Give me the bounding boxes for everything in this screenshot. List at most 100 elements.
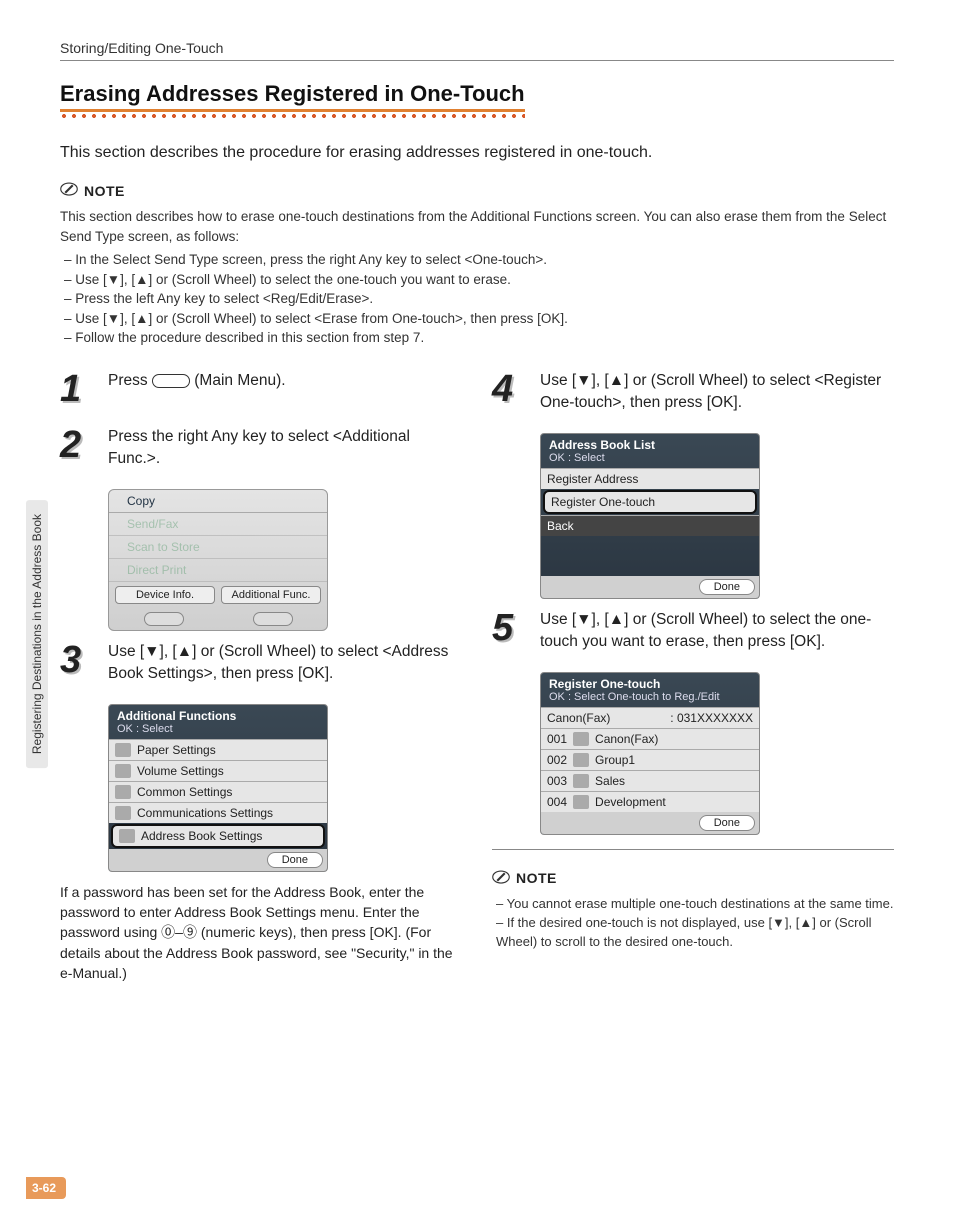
menu-label: Copy	[127, 494, 155, 508]
step-text: Press the right Any key to select <Addit…	[108, 426, 462, 471]
note-label: NOTE	[84, 183, 125, 199]
step-number: 5	[492, 609, 526, 654]
note-intro: This section describes how to erase one-…	[60, 207, 894, 246]
step-4: 4 Use [▼], [▲] or (Scroll Wheel) to sele…	[492, 370, 894, 415]
screen-row: Volume Settings	[109, 760, 327, 781]
screen-row: Paper Settings	[109, 739, 327, 760]
screen-title: Address Book List	[549, 438, 655, 452]
step-number: 4	[492, 370, 526, 415]
menu-item: Direct Print	[109, 559, 327, 582]
screen-row-selected: Address Book Settings	[111, 824, 325, 848]
pencil-icon	[492, 868, 510, 889]
menu-item: Scan to Store	[109, 536, 327, 559]
bottom-note-block: NOTE You cannot erase multiple one-touch…	[492, 868, 894, 952]
menu-item: Copy	[109, 490, 327, 513]
row-label: Volume Settings	[137, 764, 224, 778]
running-header: Storing/Editing One-Touch	[60, 40, 894, 61]
screen-additional-functions: Additional Functions OK : Select Paper S…	[108, 704, 328, 872]
header-left: Canon(Fax)	[547, 711, 610, 725]
screen-row-selected: Register One-touch	[543, 490, 757, 514]
note-item: Follow the procedure described in this s…	[64, 328, 894, 348]
note-heading: NOTE	[492, 868, 894, 889]
screen-row: Common Settings	[109, 781, 327, 802]
left-column: 1 Press (Main Menu). 2 Press the right A…	[60, 370, 462, 983]
paper-icon	[115, 743, 131, 757]
main-menu-key-icon	[152, 374, 190, 388]
menu-label: Scan to Store	[127, 540, 200, 554]
step-2: 2 Press the right Any key to select <Add…	[60, 426, 462, 471]
row-label: Communications Settings	[137, 806, 273, 820]
bottom-note-list: You cannot erase multiple one-touch dest…	[492, 895, 894, 952]
screen-row: Back	[541, 515, 759, 536]
row-id: 002	[547, 753, 567, 767]
step-3-note: If a password has been set for the Addre…	[60, 882, 462, 983]
screen-row: 004 Development	[541, 791, 759, 812]
step-text: Use [▼], [▲] or (Scroll Wheel) to select…	[540, 609, 894, 654]
step-text-b: (Main Menu).	[194, 372, 285, 389]
screen-subtitle: OK : Select	[117, 723, 319, 735]
row-id: 004	[547, 795, 567, 809]
done-button: Done	[699, 579, 755, 595]
done-button: Done	[699, 815, 755, 831]
header-right: : 031XXXXXXX	[670, 711, 753, 725]
row-label: Sales	[595, 774, 625, 788]
pc-icon	[573, 774, 589, 788]
step-5: 5 Use [▼], [▲] or (Scroll Wheel) to sele…	[492, 609, 894, 654]
screen-row: Communications Settings	[109, 802, 327, 823]
screen-title: Additional Functions	[117, 709, 236, 723]
screen-row: 001 Canon(Fax)	[541, 728, 759, 749]
screen-row: 002Group1	[541, 749, 759, 770]
row-label: Paper Settings	[137, 743, 216, 757]
step-number: 3	[60, 641, 94, 686]
note-heading: NOTE	[60, 180, 894, 201]
row-label: Development	[595, 795, 666, 809]
row-label: Address Book Settings	[141, 829, 262, 843]
menu-label: Send/Fax	[127, 517, 178, 531]
screen-register-one-touch: Register One-touch OK : Select One-touch…	[540, 672, 760, 835]
step-text: Use [▼], [▲] or (Scroll Wheel) to select…	[108, 641, 462, 686]
screen-address-book-list: Address Book List OK : Select Register A…	[540, 433, 760, 599]
step-1: 1 Press (Main Menu).	[60, 370, 462, 408]
row-label: Common Settings	[137, 785, 232, 799]
device-info-button: Device Info.	[115, 586, 215, 604]
screen-row: 003Sales	[541, 770, 759, 791]
note-block: NOTE This section describes how to erase…	[60, 180, 894, 348]
side-tab: Registering Destinations in the Address …	[26, 500, 48, 768]
screen-row: Register Address	[541, 468, 759, 489]
comm-icon	[115, 806, 131, 820]
oval-key-icon	[253, 612, 293, 626]
note-item: Use [▼], [▲] or (Scroll Wheel) to select…	[64, 270, 894, 290]
note-item: Press the left Any key to select <Reg/Ed…	[64, 289, 894, 309]
pencil-icon	[60, 180, 78, 201]
step-text: Use [▼], [▲] or (Scroll Wheel) to select…	[540, 370, 894, 415]
oval-key-icon	[144, 612, 184, 626]
note-item: If the desired one-touch is not displaye…	[496, 914, 894, 952]
screen-header-row: Canon(Fax) : 031XXXXXXX	[541, 707, 759, 728]
additional-func-button: Additional Func.	[221, 586, 321, 604]
note-label: NOTE	[516, 870, 557, 886]
step-number: 1	[60, 370, 94, 408]
screen-subtitle: OK : Select One-touch to Reg./Edit	[549, 691, 751, 703]
common-icon	[115, 785, 131, 799]
row-id: 001	[547, 732, 567, 746]
screen-subtitle: OK : Select	[549, 452, 751, 464]
row-label: Canon(Fax)	[595, 732, 658, 746]
note-list: In the Select Send Type screen, press th…	[60, 250, 894, 348]
screen-title: Register One-touch	[549, 677, 660, 691]
step-number: 2	[60, 426, 94, 471]
page-title: Erasing Addresses Registered in One-Touc…	[60, 81, 525, 112]
file-icon	[573, 795, 589, 809]
menu-item: Send/Fax	[109, 513, 327, 536]
screen-main-menu: Copy Send/Fax Scan to Store Direct Print…	[108, 489, 328, 631]
right-column: 4 Use [▼], [▲] or (Scroll Wheel) to sele…	[492, 370, 894, 983]
menu-label: Direct Print	[127, 563, 186, 577]
intro-text: This section describes the procedure for…	[60, 144, 894, 162]
note-item: You cannot erase multiple one-touch dest…	[496, 895, 894, 914]
group-icon	[573, 753, 589, 767]
done-button: Done	[267, 852, 323, 868]
step-text: Press (Main Menu).	[108, 370, 462, 408]
page-number: 3-62	[26, 1177, 66, 1199]
volume-icon	[115, 764, 131, 778]
step-3: 3 Use [▼], [▲] or (Scroll Wheel) to sele…	[60, 641, 462, 686]
book-icon	[119, 829, 135, 843]
